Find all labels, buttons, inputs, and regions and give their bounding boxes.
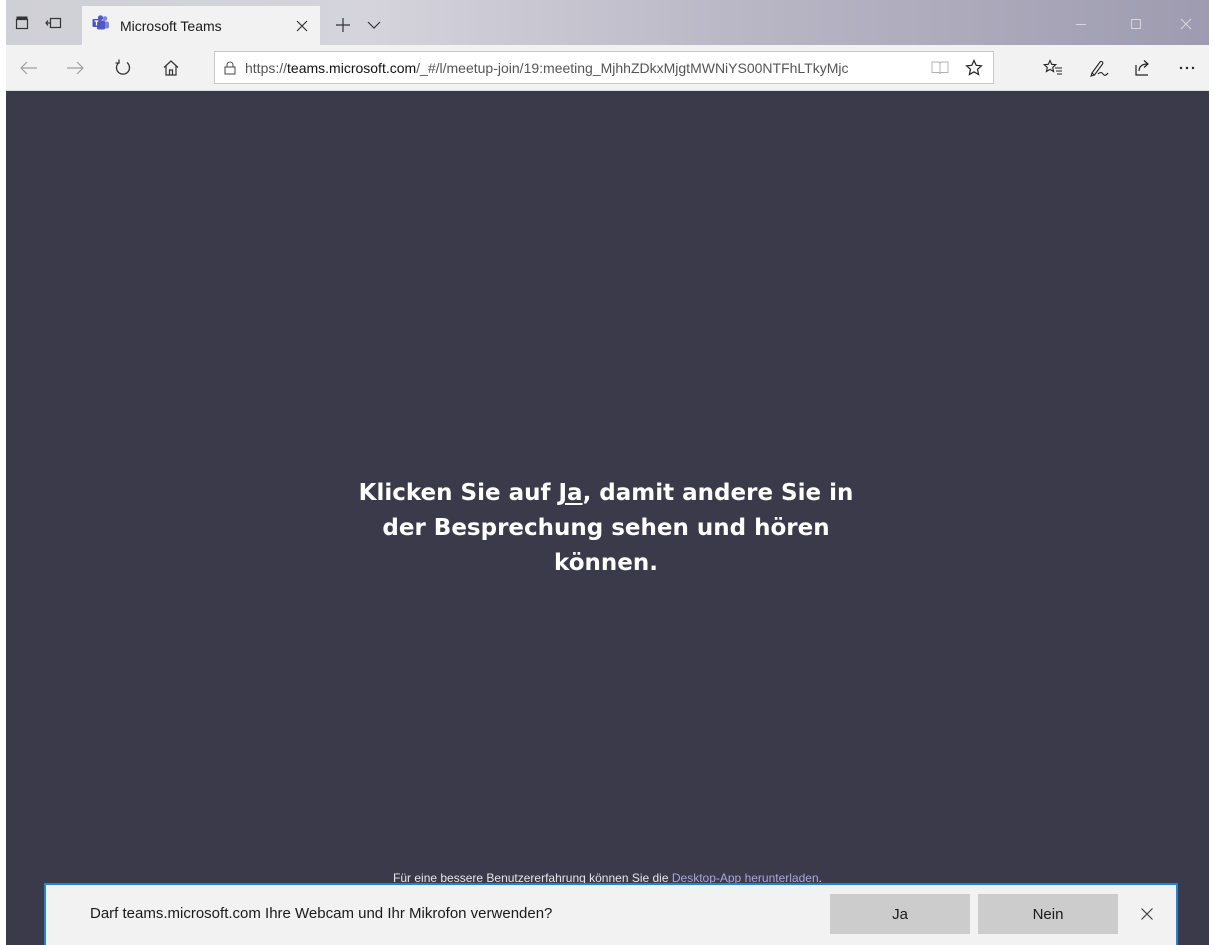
allow-button[interactable]: Ja: [830, 894, 970, 934]
url-text[interactable]: https://teams.microsoft.com/_#/l/meetup-…: [245, 60, 923, 76]
add-notes-pen-icon[interactable]: [1082, 53, 1116, 83]
url-path: /_#/l/meetup-join/19:meeting_MjhhZDkxMjg…: [416, 59, 849, 76]
forward-arrow-icon[interactable]: [58, 53, 92, 83]
favorites-hub-icon[interactable]: [1036, 53, 1070, 83]
home-icon[interactable]: [154, 53, 188, 83]
lock-icon[interactable]: [215, 61, 245, 75]
window-close-icon[interactable]: [1166, 10, 1206, 38]
webcam-permission-dialog: Darf teams.microsoft.com Ihre Webcam und…: [44, 883, 1178, 945]
prompt-ja-link[interactable]: Ja: [558, 480, 582, 506]
tab-close-icon[interactable]: [288, 12, 316, 40]
tabs-aside-icon[interactable]: [6, 8, 38, 38]
deny-button[interactable]: Nein: [978, 894, 1118, 934]
url-domain: teams.microsoft.com: [287, 59, 417, 76]
address-bar[interactable]: https://teams.microsoft.com/_#/l/meetup-…: [214, 51, 994, 84]
browser-window: Microsoft Teams https://teams.microsoft.…: [6, 0, 1209, 945]
permission-prompt-text: Klicken Sie auf Ja, damit andere Sie in …: [346, 476, 866, 581]
teams-logo-icon: [92, 15, 110, 36]
tab-list-chevron-icon[interactable]: [360, 12, 388, 38]
minimize-icon[interactable]: [1061, 10, 1101, 38]
reading-view-icon[interactable]: [923, 53, 957, 83]
set-tabs-aside-icon[interactable]: [38, 8, 70, 38]
tab-actions: [6, 8, 70, 38]
teams-page: Klicken Sie auf Ja, damit andere Sie in …: [6, 92, 1209, 945]
tab-title: Microsoft Teams: [120, 17, 222, 34]
tab-microsoft-teams[interactable]: Microsoft Teams: [82, 6, 320, 45]
navigation-bar: https://teams.microsoft.com/_#/l/meetup-…: [6, 45, 1209, 91]
favorite-star-icon[interactable]: [957, 53, 991, 83]
more-options-icon[interactable]: [1170, 53, 1204, 83]
back-arrow-icon[interactable]: [12, 53, 46, 83]
url-prefix: https://: [245, 59, 288, 76]
refresh-icon[interactable]: [106, 53, 140, 83]
permission-question: Darf teams.microsoft.com Ihre Webcam und…: [90, 905, 553, 922]
tab-strip: Microsoft Teams: [6, 0, 1209, 45]
share-icon[interactable]: [1126, 53, 1160, 83]
maximize-icon[interactable]: [1116, 10, 1156, 38]
new-tab-icon[interactable]: [328, 12, 358, 38]
prompt-text-before: Klicken Sie auf: [358, 480, 559, 506]
dialog-close-icon[interactable]: [1132, 899, 1162, 929]
